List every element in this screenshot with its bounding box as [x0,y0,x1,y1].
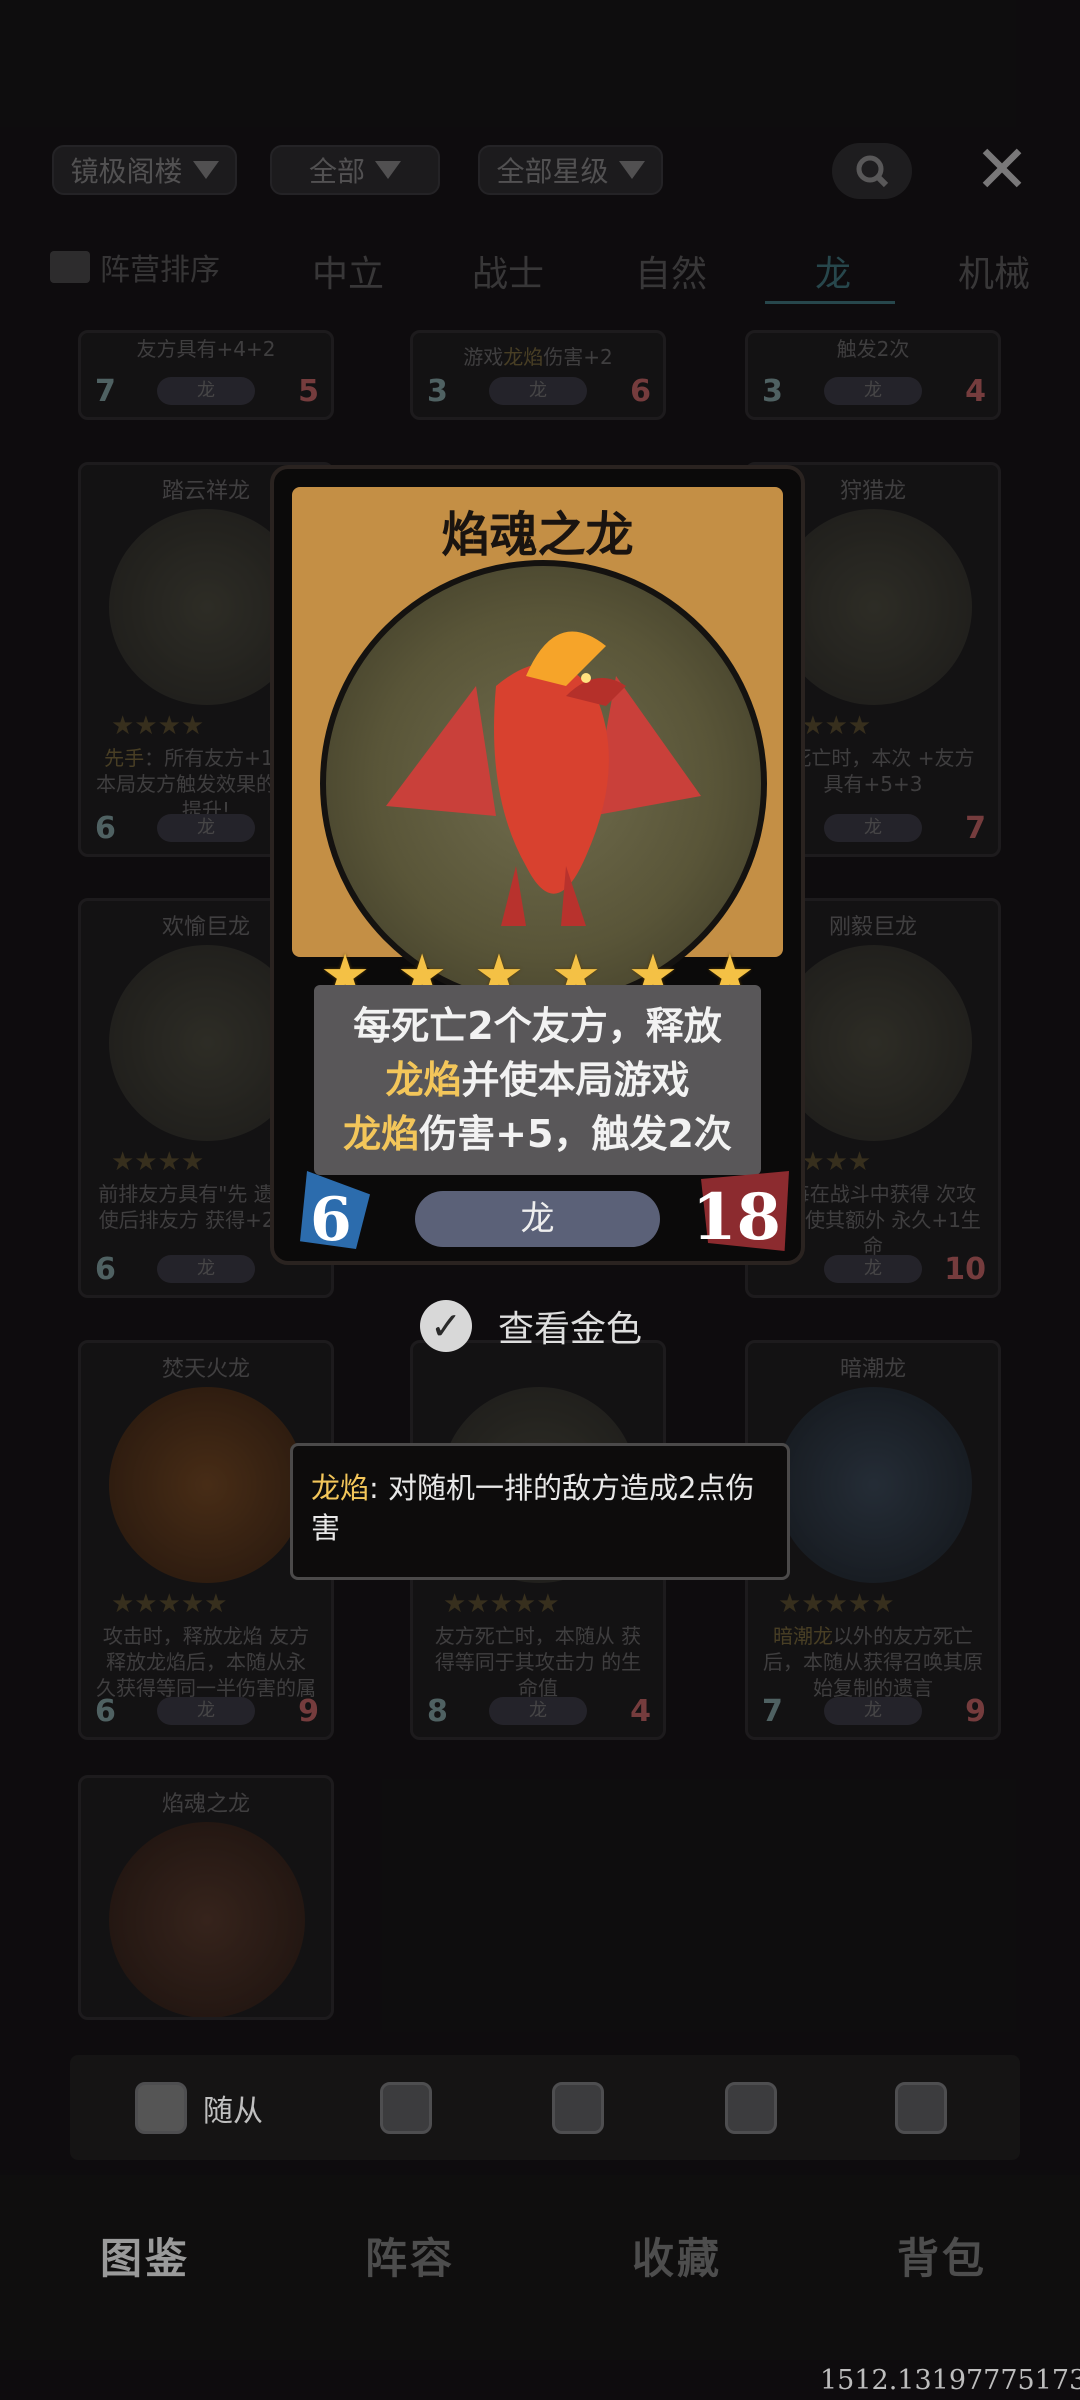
dragonflame-keyword[interactable]: 龙焰 [385,1058,461,1102]
featured-card: 焰魂之龙 ★ ★ ★ ★ ★ ★ 每死亡2个友方，释放 龙焰并使本局游戏 龙焰伤… [270,465,805,1265]
subnav-item-3[interactable] [552,2073,604,2143]
desc-line-2: 龙焰并使本局游戏 [385,1058,690,1102]
desc-line-1: 每死亡2个友方，释放 [353,1004,722,1048]
minion-card-icon [135,2082,187,2134]
card-title: 焰魂之龙 [441,507,634,563]
bottom-nav: 图鉴 阵容 收藏 背包 [0,2175,1080,2360]
dragon-portrait [320,560,767,1007]
nav-backpack[interactable]: 背包 [897,2225,987,2286]
tribe-label: 龙 [415,1191,660,1247]
health-value: 18 [691,1180,781,1255]
version-text: 1512.131977751737 [820,2365,1080,2396]
tooltip-keyword: 龙焰 [311,1471,370,1505]
collection-subnav: 随从 [70,2055,1020,2160]
desc-line-3: 龙焰伤害+5，触发2次 [343,1112,732,1156]
subnav-item-5[interactable] [895,2073,947,2143]
card-deck-icon [552,2082,604,2134]
nav-lineup[interactable]: 阵容 [365,2225,455,2286]
card-stats: 6 龙 18 [270,1171,805,1265]
subnav-item-2[interactable] [380,2073,432,2143]
subnav-minions-label: 随从 [203,2094,263,2129]
subnav-minions[interactable]: 随从 [135,2073,263,2143]
subnav-item-4[interactable] [725,2073,777,2143]
view-golden-toggle[interactable]: ✓ 查看金色 [420,1300,642,1352]
nav-collection[interactable]: 收藏 [632,2225,722,2286]
nav-codex[interactable]: 图鉴 [100,2225,190,2286]
dragon-icon [386,631,701,926]
check-icon: ✓ [420,1300,472,1352]
hero-portrait-icon [725,2082,777,2134]
card-description: 每死亡2个友方，释放 龙焰并使本局游戏 龙焰伤害+5，触发2次 [314,985,761,1175]
cards-icon [380,2082,432,2134]
home-icon [895,2082,947,2134]
tooltip-text: : 对随机一排的敌方造成2点伤害 [311,1471,755,1545]
keyword-tooltip: 龙焰: 对随机一排的敌方造成2点伤害 [290,1443,790,1580]
attack-value: 6 [310,1185,352,1255]
view-golden-label: 查看金色 [498,1309,643,1350]
dragonflame-keyword[interactable]: 龙焰 [343,1112,419,1156]
